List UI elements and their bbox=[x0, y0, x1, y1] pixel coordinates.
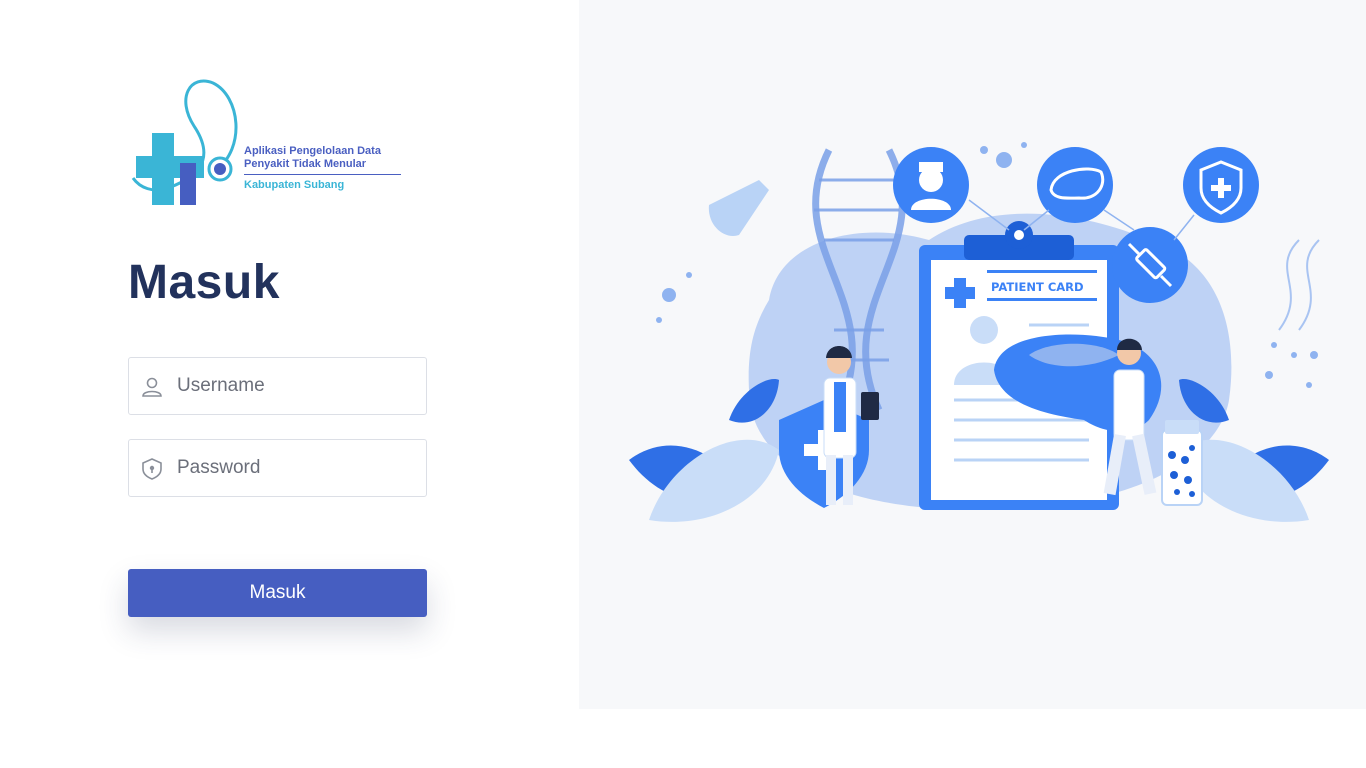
login-page: Aplikasi Pengelolaan Data Penyakit Tidak… bbox=[0, 0, 1366, 768]
logo-subtitle: Kabupaten Subang bbox=[244, 179, 345, 191]
user-icon bbox=[141, 376, 163, 398]
logo-text: Aplikasi Pengelolaan Data Penyakit Tidak… bbox=[244, 145, 404, 191]
patient-card-title: PATIENT CARD bbox=[991, 280, 1084, 294]
username-field[interactable] bbox=[128, 357, 427, 415]
login-panel: Aplikasi Pengelolaan Data Penyakit Tidak… bbox=[0, 0, 579, 768]
logo-divider bbox=[244, 174, 401, 175]
illustration-panel: PATIENT CARD bbox=[579, 0, 1366, 709]
flask-icon bbox=[708, 180, 769, 236]
password-field[interactable] bbox=[128, 439, 427, 497]
nurse-icon bbox=[893, 147, 969, 223]
username-input[interactable] bbox=[177, 368, 417, 404]
liver-icon bbox=[1037, 147, 1113, 223]
syringe-icon bbox=[1112, 227, 1188, 303]
logo-mark-icon bbox=[131, 79, 238, 205]
page-title: Masuk bbox=[128, 256, 280, 309]
medical-illustration: PATIENT CARD bbox=[629, 142, 1329, 522]
logo-title-line1: Aplikasi Pengelolaan Data bbox=[244, 145, 381, 157]
pill-bottle bbox=[1161, 420, 1203, 506]
lock-icon bbox=[141, 458, 163, 480]
login-button[interactable]: Masuk bbox=[128, 569, 427, 617]
logo-title-line2: Penyakit Tidak Menular bbox=[244, 158, 367, 170]
password-input[interactable] bbox=[177, 450, 417, 486]
app-logo: Aplikasi Pengelolaan Data Penyakit Tidak… bbox=[128, 78, 408, 208]
shield-plus-icon bbox=[1183, 147, 1259, 223]
